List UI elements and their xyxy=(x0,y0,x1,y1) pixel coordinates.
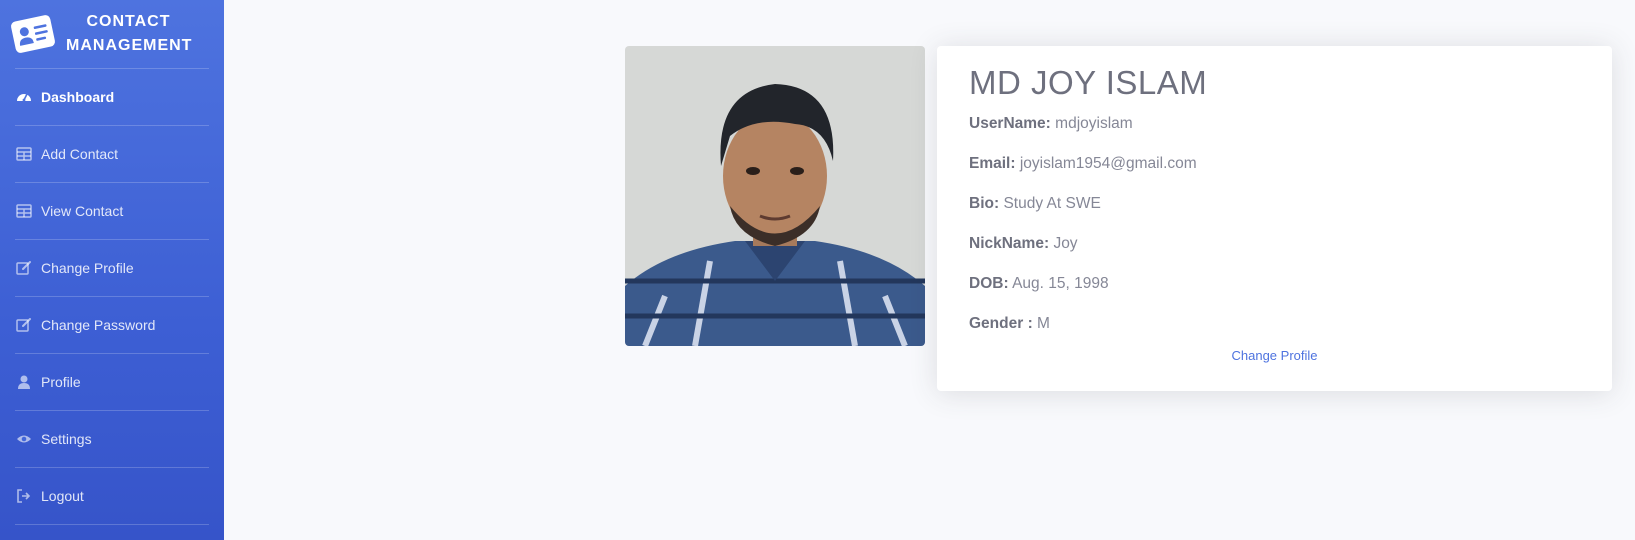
field-value: Joy xyxy=(1053,235,1078,252)
tachometer-icon xyxy=(16,89,32,105)
field-label: Email: xyxy=(969,155,1016,172)
profile-photo xyxy=(625,46,925,346)
sidebar-item-change-profile[interactable]: Change Profile xyxy=(0,240,224,296)
sidebar-item-dashboard[interactable]: Dashboard xyxy=(0,69,224,125)
change-profile-link[interactable]: Change Profile xyxy=(969,348,1580,363)
field-label: Bio: xyxy=(969,195,1000,212)
field-value: M xyxy=(1037,315,1050,332)
brand-line-2: MANAGEMENT xyxy=(66,37,193,54)
brand-title: CONTACT MANAGEMENT xyxy=(66,10,191,58)
field-label: UserName: xyxy=(969,115,1051,132)
brand[interactable]: CONTACT MANAGEMENT xyxy=(0,0,224,68)
edit-icon xyxy=(16,317,32,333)
field-value: Study At SWE xyxy=(1003,195,1101,212)
sidebar-item-label: View Contact xyxy=(41,203,124,219)
field-nickname: NickName: Joy xyxy=(969,232,1580,272)
field-dob: DOB: Aug. 15, 1998 xyxy=(969,272,1580,312)
field-bio: Bio: Study At SWE xyxy=(969,192,1580,232)
field-label: DOB: xyxy=(969,275,1009,292)
field-label: Gender : xyxy=(969,315,1033,332)
sidebar-item-label: Add Contact xyxy=(41,146,119,162)
field-label: NickName: xyxy=(969,235,1050,252)
user-icon xyxy=(16,374,32,390)
sidebar-item-label: Settings xyxy=(41,431,92,447)
edit-icon xyxy=(16,260,32,276)
table-icon xyxy=(16,146,32,162)
sidebar-item-label: Dashboard xyxy=(41,89,115,105)
field-value: Aug. 15, 1998 xyxy=(1012,275,1109,292)
sign-out-icon xyxy=(16,488,32,504)
sidebar-item-label: Change Password xyxy=(41,317,156,333)
sidebar-item-logout[interactable]: Logout xyxy=(0,468,224,524)
sidebar-item-label: Change Profile xyxy=(41,260,134,276)
contact-card-icon xyxy=(9,12,58,56)
sidebar-item-label: Logout xyxy=(41,488,84,504)
sidebar-divider xyxy=(15,524,209,525)
sidebar-item-profile[interactable]: Profile xyxy=(0,354,224,410)
sidebar-item-add-contact[interactable]: Add Contact xyxy=(0,126,224,182)
eye-icon xyxy=(16,431,32,447)
sidebar-item-label: Profile xyxy=(41,374,81,390)
field-value: joyislam1954@gmail.com xyxy=(1019,155,1197,172)
main-content: MD JOY ISLAM UserName: mdjoyislam Email:… xyxy=(224,0,1635,540)
sidebar: CONTACT MANAGEMENT Dashboard Add Contact… xyxy=(0,0,224,540)
table-icon xyxy=(16,203,32,219)
profile-name: MD JOY ISLAM xyxy=(969,64,1208,101)
brand-line-1: CONTACT xyxy=(86,13,171,30)
field-value: mdjoyislam xyxy=(1055,115,1133,132)
profile-card: MD JOY ISLAM UserName: mdjoyislam Email:… xyxy=(937,46,1612,391)
field-username: UserName: mdjoyislam xyxy=(969,112,1580,152)
field-email: Email: joyislam1954@gmail.com xyxy=(969,152,1580,192)
field-gender: Gender : M xyxy=(969,312,1580,352)
sidebar-item-view-contact[interactable]: View Contact xyxy=(0,183,224,239)
sidebar-item-change-password[interactable]: Change Password xyxy=(0,297,224,353)
sidebar-item-settings[interactable]: Settings xyxy=(0,411,224,467)
